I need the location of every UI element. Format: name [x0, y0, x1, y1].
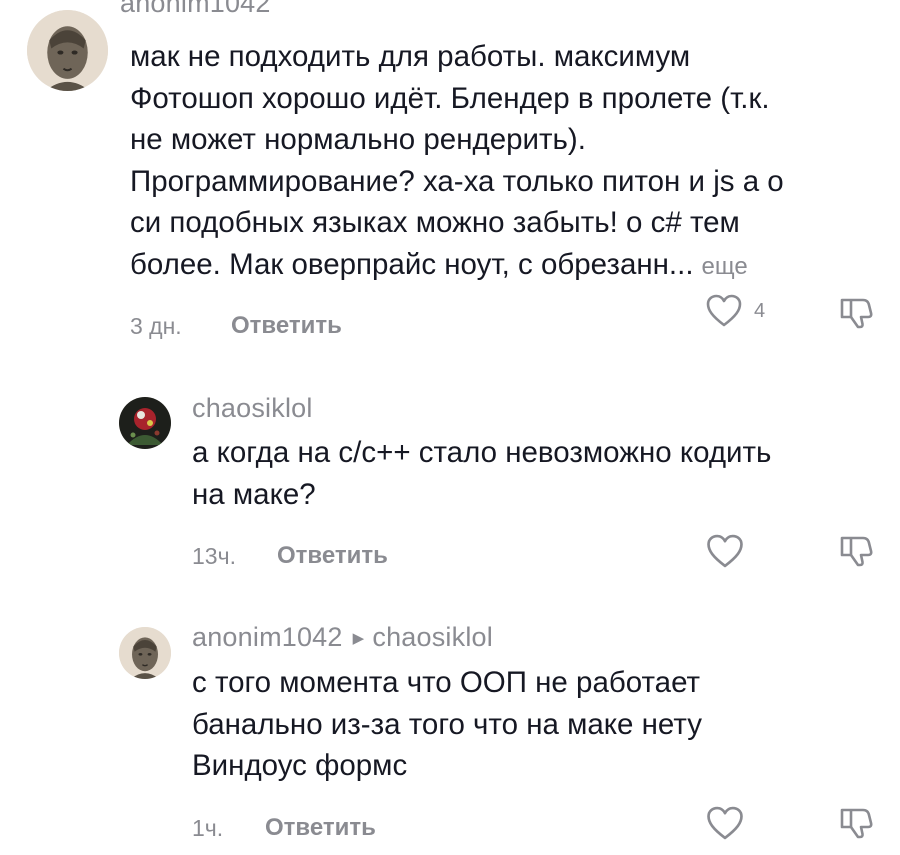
thumbs-down-outline-icon[interactable]	[838, 532, 874, 568]
reply-to-username[interactable]: chaosiklol	[372, 622, 493, 652]
comment-time: 3 дн.	[130, 313, 182, 339]
thumbs-down-outline-icon[interactable]	[838, 804, 874, 840]
comment-text-line: не может нормально рендерить).	[130, 123, 586, 156]
comment-text-line: а когда на с/с++ стало невозможно кодить	[192, 436, 772, 469]
comment-username[interactable]: anonim1042	[120, 0, 271, 19]
comment-text-line: Виндоус формс	[192, 749, 408, 782]
reply-button[interactable]: Ответить	[265, 814, 376, 842]
avatar-anonim1042[interactable]	[27, 10, 108, 91]
comment-text: с того момента что ООП не работает банал…	[192, 662, 882, 787]
comment-text-line: банально из-за того что на маке нету	[192, 707, 702, 741]
avatar-chaosiklol[interactable]	[119, 397, 171, 449]
comment-time: 13ч.	[192, 543, 236, 569]
avatar-anonim1042[interactable]	[119, 627, 171, 679]
comment-text-line: Фотошоп хорошо идёт. Блендер в пролете (…	[130, 81, 770, 115]
comment-text-line: с того момента что ООП не работает	[192, 666, 701, 699]
reply-button[interactable]: Ответить	[231, 312, 342, 340]
comment-text-line: мак не подходить для работы. максимум	[130, 40, 691, 73]
thumbs-down-outline-icon[interactable]	[838, 294, 874, 330]
avatar-image	[119, 397, 171, 449]
comment-text-line: си подобных языках можно забыть! о с# те…	[130, 206, 740, 239]
comment-text: мак не подходить для работы. максимум Фо…	[130, 36, 890, 287]
heart-outline-icon[interactable]	[706, 806, 744, 841]
comment-time: 1ч.	[192, 815, 224, 841]
comment-username-row: anonim1042 ▶ chaosiklol	[192, 622, 493, 653]
triangle-right-icon: ▶	[352, 630, 365, 647]
avatar-image	[27, 10, 108, 91]
comment-text-line-truncated: более. Мак оверпрайс ноут, с обрезанн...	[130, 247, 694, 281]
comment-text: а когда на с/с++ стало невозможно кодить…	[192, 432, 882, 515]
comment-text-line: на маке?	[192, 477, 316, 511]
comment-username[interactable]: anonim1042	[192, 622, 343, 652]
reply-button[interactable]: Ответить	[277, 542, 388, 570]
comment-text-line: Программирование? ха-ха только питон и j…	[130, 164, 784, 198]
comment-username[interactable]: chaosiklol	[192, 393, 313, 424]
comment-text-line: более. Мак оверпрайс ноут, с обрезанн...…	[130, 244, 890, 288]
like-count: 4	[754, 300, 766, 322]
heart-outline-icon[interactable]	[706, 534, 744, 569]
avatar-image	[119, 627, 171, 679]
more-button[interactable]: еще	[702, 253, 748, 280]
heart-outline-icon[interactable]	[706, 294, 742, 328]
